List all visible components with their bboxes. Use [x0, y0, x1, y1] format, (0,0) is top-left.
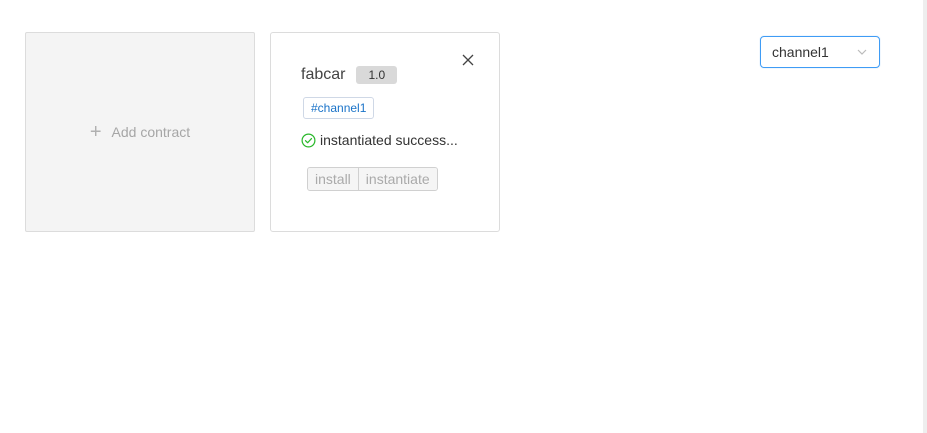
install-button[interactable]: install [308, 168, 358, 190]
check-circle-icon [301, 133, 316, 148]
instantiate-button[interactable]: instantiate [357, 168, 437, 190]
add-contract-content: + Add contract [89, 121, 191, 143]
version-badge: 1.0 [356, 66, 398, 84]
scrollbar-track [923, 0, 927, 433]
close-icon[interactable] [459, 51, 477, 69]
status-text: instantiated success... [320, 132, 458, 148]
channel-tag: #channel1 [303, 97, 375, 119]
chevron-down-icon [856, 46, 868, 58]
contract-actions: install instantiate [307, 167, 438, 191]
channel-select[interactable]: channel1 [760, 36, 880, 68]
contract-status: instantiated success... [301, 132, 458, 148]
contract-card: fabcar 1.0 #channel1 instantiated succes… [270, 32, 500, 232]
contract-name: fabcar [301, 66, 346, 83]
add-contract-label: Add contract [111, 124, 191, 140]
contracts-page: + Add contract fabcar 1.0 #channel1 inst… [0, 0, 927, 433]
contract-title-row: fabcar 1.0 [301, 66, 398, 84]
plus-icon: + [89, 121, 102, 143]
add-contract-card[interactable]: + Add contract [25, 32, 255, 232]
channel-select-value: channel1 [772, 44, 829, 60]
